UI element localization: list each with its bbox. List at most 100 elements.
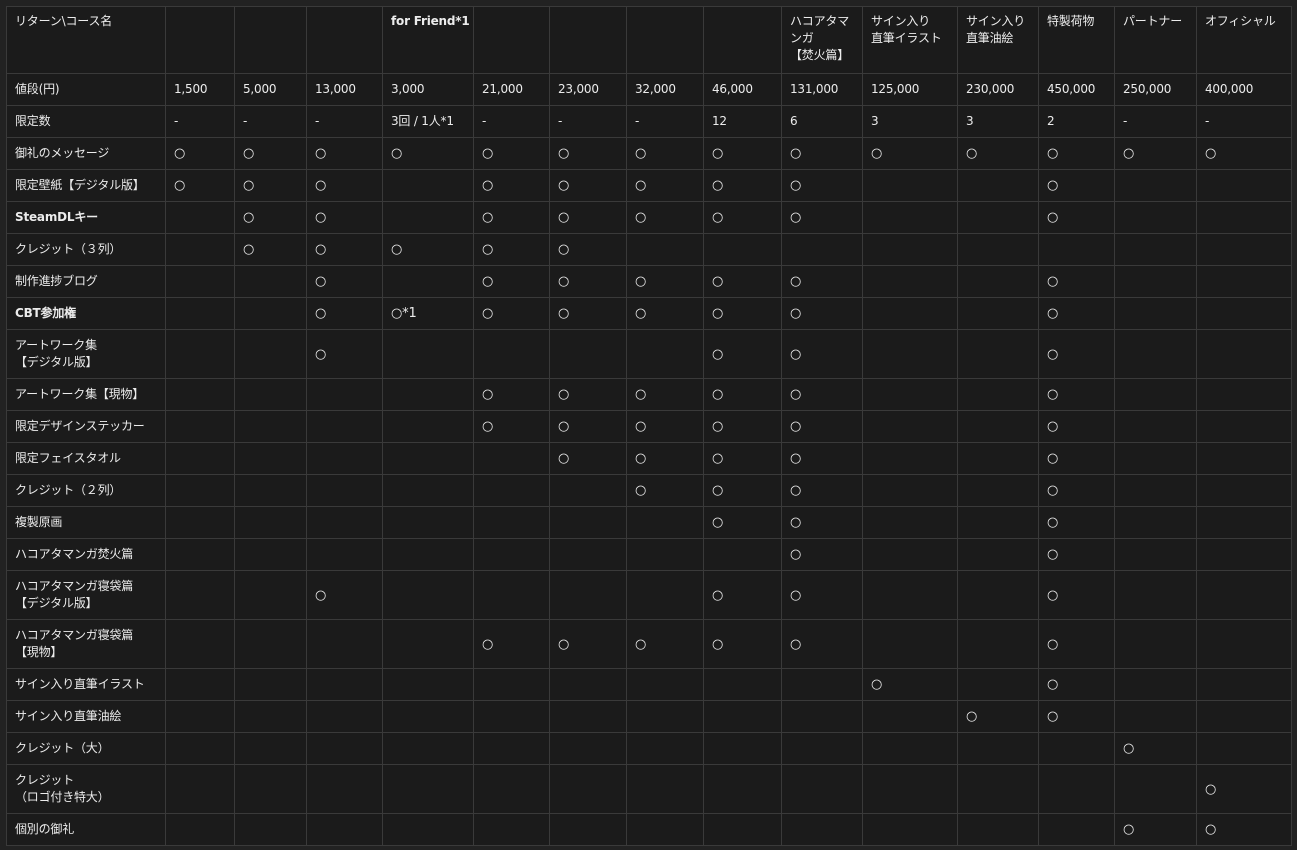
empty-cell xyxy=(1196,732,1292,765)
value-cell: 6 xyxy=(781,105,863,138)
empty-cell xyxy=(1114,169,1197,202)
corner-header-cell: リターン\コース名 xyxy=(6,6,166,74)
table-row: 限定フェイスタオル ○ ○ ○ ○ ○ xyxy=(6,442,1292,475)
empty-cell xyxy=(1114,474,1197,507)
included-mark: ○ xyxy=(703,474,782,507)
empty-cell xyxy=(862,732,958,765)
included-mark: ○ xyxy=(1196,764,1292,814)
empty-cell xyxy=(165,265,235,298)
empty-cell xyxy=(626,538,704,571)
empty-cell xyxy=(957,201,1039,234)
included-mark: ○ xyxy=(1038,538,1115,571)
included-mark: ○ xyxy=(626,474,704,507)
included-mark: ○ xyxy=(549,233,627,266)
value-cell: - xyxy=(473,105,550,138)
table-row: ハコアタマンガ寝袋篇 【デジタル版】 ○ ○ ○ ○ xyxy=(6,570,1292,620)
empty-cell xyxy=(781,764,863,814)
included-mark: ○ xyxy=(549,137,627,170)
included-mark: ○ xyxy=(1038,169,1115,202)
value-cell: 2 xyxy=(1038,105,1115,138)
included-mark: ○ xyxy=(549,169,627,202)
empty-cell xyxy=(306,538,383,571)
empty-cell xyxy=(862,169,958,202)
empty-cell xyxy=(957,233,1039,266)
reward-label-line: アートワーク集 xyxy=(15,338,97,352)
value-cell: 5,000 xyxy=(234,73,307,106)
empty-cell xyxy=(473,538,550,571)
empty-cell xyxy=(862,570,958,620)
empty-cell xyxy=(1196,169,1292,202)
empty-cell xyxy=(165,570,235,620)
empty-cell xyxy=(1196,538,1292,571)
reward-label-line: 限定壁紙【デジタル版】 xyxy=(15,178,145,192)
empty-cell xyxy=(382,329,474,379)
value-cell: 23,000 xyxy=(549,73,627,106)
empty-cell xyxy=(473,474,550,507)
course-header-cell-line: 直筆イラスト xyxy=(871,31,942,45)
included-mark: ○ xyxy=(165,169,235,202)
empty-cell xyxy=(549,732,627,765)
table-row: ハコアタマンガ寝袋篇 【現物】 ○ ○ ○ ○ ○ ○ xyxy=(6,619,1292,669)
included-mark: ○ xyxy=(1038,570,1115,620)
included-mark: ○ xyxy=(703,442,782,475)
empty-cell xyxy=(957,538,1039,571)
reward-label: ハコアタマンガ寝袋篇 【現物】 xyxy=(6,619,166,669)
included-mark: ○ xyxy=(306,137,383,170)
reward-label-line: 御礼のメッセージ xyxy=(15,146,110,160)
course-header-cell xyxy=(306,6,383,74)
course-header-cell-line: ハコアタマ xyxy=(790,14,850,28)
course-header-cell: for Friend*1 xyxy=(382,6,474,74)
empty-cell xyxy=(1196,474,1292,507)
empty-cell xyxy=(862,201,958,234)
empty-cell xyxy=(957,619,1039,669)
empty-cell xyxy=(1196,329,1292,379)
course-header-cell xyxy=(549,6,627,74)
included-mark: ○ xyxy=(781,297,863,330)
included-mark: ○ xyxy=(781,506,863,539)
reward-label-line: 複製原画 xyxy=(15,515,63,529)
empty-cell xyxy=(1114,538,1197,571)
empty-cell xyxy=(1196,619,1292,669)
reward-label: 限定壁紙【デジタル版】 xyxy=(6,169,166,202)
empty-cell xyxy=(382,506,474,539)
reward-label: クレジット（大） xyxy=(6,732,166,765)
reward-label: アートワーク集【現物】 xyxy=(6,378,166,411)
value-cell: - xyxy=(234,105,307,138)
table-row: クレジット（３列） ○ ○ ○ ○ ○ xyxy=(6,233,1292,266)
empty-cell xyxy=(781,813,863,846)
reward-label-line: クレジット xyxy=(15,773,75,787)
empty-cell xyxy=(165,538,235,571)
empty-cell xyxy=(862,474,958,507)
included-mark: ○ xyxy=(703,506,782,539)
included-mark: ○ xyxy=(549,442,627,475)
reward-label: 限定デザインステッカー xyxy=(6,410,166,443)
included-mark: ○ xyxy=(473,233,550,266)
value-cell: 450,000 xyxy=(1038,73,1115,106)
included-mark: ○ xyxy=(781,619,863,669)
included-mark: ○ xyxy=(781,169,863,202)
empty-cell xyxy=(862,506,958,539)
returns-table: リターン\コース名 for Friend*1 ハコアタマ ンガ 【焚火篇】 サイン入り 直筆… xyxy=(6,6,1292,846)
empty-cell xyxy=(473,668,550,701)
empty-cell xyxy=(165,506,235,539)
value-cell: 12 xyxy=(703,105,782,138)
empty-cell xyxy=(1114,668,1197,701)
empty-cell xyxy=(781,700,863,733)
empty-cell xyxy=(473,732,550,765)
empty-cell xyxy=(165,619,235,669)
included-mark: ○ xyxy=(781,410,863,443)
value-cell: 3回 / 1人*1 xyxy=(382,105,474,138)
empty-cell xyxy=(306,668,383,701)
empty-cell xyxy=(549,813,627,846)
empty-cell xyxy=(626,700,704,733)
included-mark: ○ xyxy=(626,410,704,443)
included-mark: ○ xyxy=(1038,265,1115,298)
empty-cell xyxy=(473,764,550,814)
empty-cell xyxy=(862,813,958,846)
included-mark: ○ xyxy=(781,329,863,379)
included-mark: ○*1 xyxy=(382,297,474,330)
reward-label: クレジット （ロゴ付き特大） xyxy=(6,764,166,814)
empty-cell xyxy=(1114,410,1197,443)
reward-label-line: 【現物】 xyxy=(15,645,63,659)
included-mark: ○ xyxy=(703,619,782,669)
